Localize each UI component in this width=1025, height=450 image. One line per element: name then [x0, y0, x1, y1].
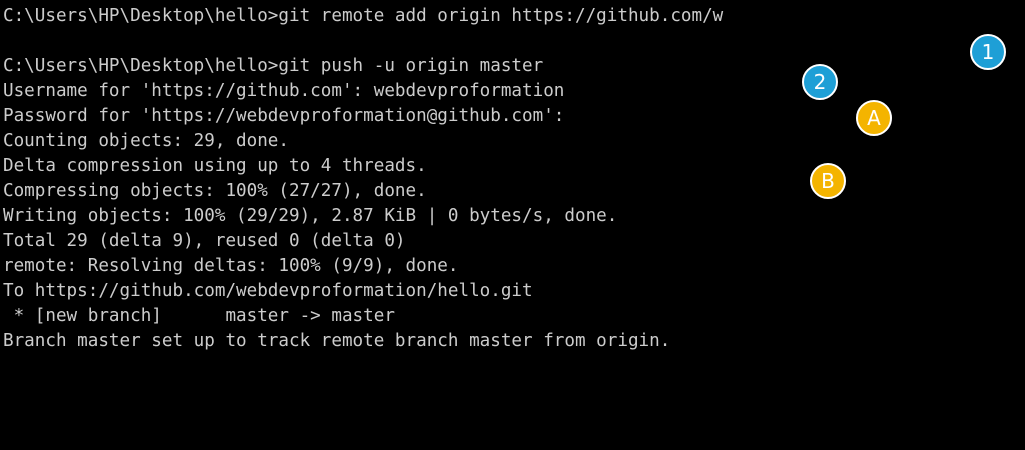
terminal-line: Total 29 (delta 9), reused 0 (delta 0) — [3, 231, 406, 251]
terminal-line: Branch master set up to track remote bra… — [3, 331, 671, 351]
terminal-line: remote: Resolving deltas: 100% (9/9), do… — [3, 256, 459, 276]
terminal-line: * [new branch] master -> master — [3, 306, 395, 326]
terminal-line: Compressing objects: 100% (27/27), done. — [3, 181, 427, 201]
annotation-badge-2: 2 — [802, 64, 838, 100]
terminal-line: Writing objects: 100% (29/29), 2.87 KiB … — [3, 206, 618, 226]
annotation-badge-b: B — [810, 163, 846, 199]
terminal-line: Counting objects: 29, done. — [3, 131, 289, 151]
annotation-badge-a: A — [856, 100, 892, 136]
terminal-window[interactable]: C:\Users\HP\Desktop\hello>git remote add… — [0, 0, 1025, 450]
terminal-line: To https://github.com/webdevproformation… — [3, 281, 533, 301]
terminal-line: C:\Users\HP\Desktop\hello>git push -u or… — [3, 56, 544, 76]
annotation-badge-1: 1 — [970, 34, 1006, 70]
terminal-output: C:\Users\HP\Desktop\hello>git remote add… — [3, 4, 723, 354]
terminal-line: C:\Users\HP\Desktop\hello>git remote add… — [3, 6, 724, 26]
terminal-line: Delta compression using up to 4 threads. — [3, 156, 427, 176]
terminal-line: Username for 'https://github.com': webde… — [3, 81, 565, 101]
terminal-line: Password for 'https://webdevproformation… — [3, 106, 565, 126]
